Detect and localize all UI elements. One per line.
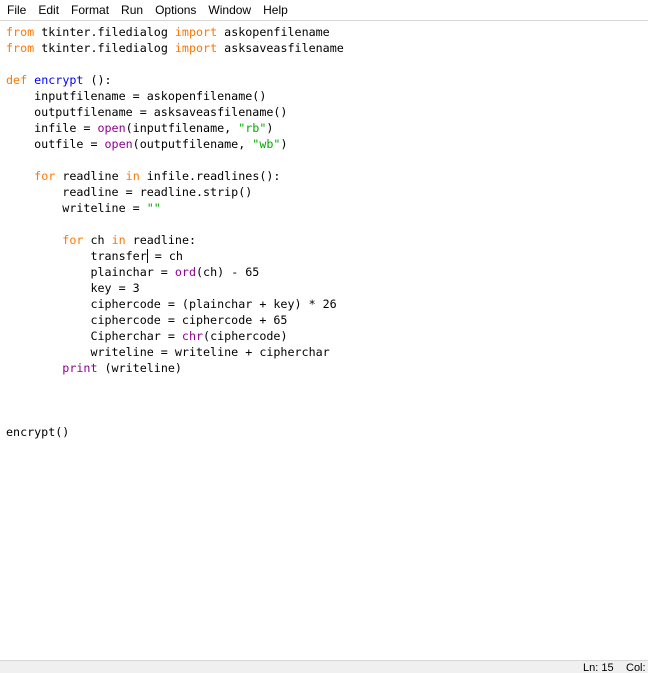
code-token-builtin: print [62,361,98,375]
code-token-plain: readline: [125,233,197,247]
code-line[interactable] [6,216,344,232]
code-line[interactable]: transfer = ch [6,248,344,264]
code-token-plain: tkinter.filedialog [34,25,175,39]
code-line[interactable]: infile = open(inputfilename, "rb") [6,120,344,136]
code-token-keyword: for [34,169,56,183]
code-token-plain: ) [280,137,288,151]
code-line[interactable] [6,392,344,408]
code-token-plain: infile.readlines(): [139,169,281,183]
code-line[interactable]: ciphercode = ciphercode + 65 [6,312,344,328]
code-token-keyword: in [111,233,126,247]
menu-file[interactable]: File [1,0,32,20]
code-token-plain: ciphercode = (plainchar + key) * 26 [6,297,337,311]
code-token-def: encrypt [34,73,84,87]
code-token-plain: tkinter.filedialog [34,41,175,55]
menu-help[interactable]: Help [257,0,294,20]
code-token-builtin: open [97,121,126,135]
code-line[interactable]: writeline = "" [6,200,344,216]
code-token-plain: readline [55,169,126,183]
code-token-plain: inputfilename = askopenfilename() [6,89,267,103]
menu-run[interactable]: Run [115,0,149,20]
menu-options[interactable]: Options [149,0,202,20]
code-token-plain: key = 3 [6,281,140,295]
code-line[interactable]: outputfilename = asksaveasfilename() [6,104,344,120]
code-line[interactable]: def encrypt (): [6,72,344,88]
code-text-area[interactable]: from tkinter.filedialog import askopenfi… [6,24,344,440]
code-line[interactable]: Cipherchar = chr(ciphercode) [6,328,344,344]
code-token-keyword: in [125,169,140,183]
code-token-plain: = ch [147,249,183,263]
code-token-plain: askopenfilename [217,25,330,39]
code-editor[interactable]: from tkinter.filedialog import askopenfi… [0,22,648,660]
code-token-plain: plainchar = [6,265,175,279]
code-line[interactable]: from tkinter.filedialog import asksaveas… [6,40,344,56]
code-token-plain: writeline = [6,201,147,215]
status-column-number: Col: [626,662,646,673]
code-token-plain: encrypt() [6,425,70,439]
code-token-builtin: open [104,137,133,151]
code-token-builtin: ord [174,265,197,279]
code-line[interactable]: from tkinter.filedialog import askopenfi… [6,24,344,40]
code-line[interactable]: inputfilename = askopenfilename() [6,88,344,104]
code-token-plain: asksaveasfilename [217,41,344,55]
code-line[interactable]: encrypt() [6,424,344,440]
code-token-plain: ch [83,233,112,247]
menu-bar: File Edit Format Run Options Window Help [0,0,648,21]
code-line[interactable]: readline = readline.strip() [6,184,344,200]
code-line[interactable]: print (writeline) [6,360,344,376]
code-token-plain: (inputfilename, [125,121,239,135]
menu-format[interactable]: Format [65,0,115,20]
code-line[interactable] [6,376,344,392]
code-line[interactable] [6,152,344,168]
code-token-plain: infile = [6,121,98,135]
code-line[interactable]: ciphercode = (plainchar + key) * 26 [6,296,344,312]
menu-edit[interactable]: Edit [32,0,65,20]
code-token-builtin: chr [181,329,204,343]
code-token-keyword: from [6,25,35,39]
code-line[interactable]: for readline in infile.readlines(): [6,168,344,184]
code-token-keyword: def [6,73,28,87]
code-token-string: "" [146,201,161,215]
code-line[interactable]: outfile = open(outputfilename, "wb") [6,136,344,152]
code-token-plain: Cipherchar = [6,329,182,343]
code-token-plain: (): [83,73,112,87]
code-token-keyword: from [6,41,35,55]
code-token-plain: ciphercode = ciphercode + 65 [6,313,288,327]
menu-window[interactable]: Window [202,0,257,20]
code-token-plain: writeline = writeline + cipherchar [6,345,330,359]
code-token-keyword: import [174,25,218,39]
code-token-plain: outfile = [6,137,105,151]
code-token-string: "rb" [238,121,267,135]
code-line[interactable] [6,408,344,424]
code-line[interactable]: writeline = writeline + cipherchar [6,344,344,360]
code-line[interactable] [6,56,344,72]
code-token-string: "wb" [252,137,281,151]
code-token-plain: (outputfilename, [132,137,253,151]
code-token-plain: readline = readline.strip() [6,185,253,199]
code-token-plain: transfer [6,249,147,263]
status-bar: Ln: 15 Col: [0,660,648,673]
code-line[interactable]: plainchar = ord(ch) - 65 [6,264,344,280]
code-line[interactable]: for ch in readline: [6,232,344,248]
code-token-keyword: import [174,41,218,55]
code-token-plain: (writeline) [97,361,182,375]
code-token-plain: outputfilename = asksaveasfilename() [6,105,288,119]
code-token-keyword: for [62,233,84,247]
code-token-plain: (ch) - 65 [196,265,260,279]
status-line-number: Ln: 15 [583,662,614,673]
code-token-plain: ) [266,121,274,135]
code-token-plain: (ciphercode) [203,329,288,343]
code-line[interactable]: key = 3 [6,280,344,296]
